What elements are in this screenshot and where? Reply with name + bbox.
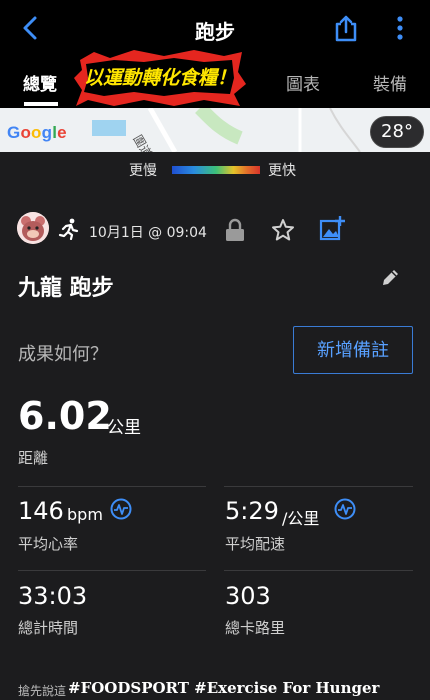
avg-pace-label: 平均配速 xyxy=(225,535,286,553)
avg-pace-value: 5:29 xyxy=(225,497,279,525)
more-icon[interactable] xyxy=(392,14,408,42)
tab-charts[interactable]: 圖表 xyxy=(286,70,320,95)
faster-label: 更快 xyxy=(268,163,296,179)
total-time-label: 總計時間 xyxy=(18,619,79,637)
star-icon[interactable] xyxy=(271,218,295,242)
tab-overview[interactable]: 總覽 xyxy=(23,70,57,95)
speed-legend: 更慢 更快 xyxy=(0,158,430,180)
add-note-button[interactable]: 新增備註 xyxy=(293,326,413,374)
page-title: 跑步 xyxy=(195,20,235,44)
divider xyxy=(18,486,206,487)
distance-unit: 公里 xyxy=(107,418,141,438)
heart-rate-icon[interactable] xyxy=(110,498,132,520)
lock-icon[interactable] xyxy=(224,218,246,242)
activity-title: 九龍 跑步 xyxy=(18,276,114,301)
tab-gear[interactable]: 裝備 xyxy=(373,70,407,95)
calories-label: 總卡路里 xyxy=(225,619,286,637)
divider xyxy=(224,570,413,571)
active-tab-indicator xyxy=(24,102,58,106)
avg-pace-unit: /公里 xyxy=(282,509,320,528)
pace-chart-icon[interactable] xyxy=(334,498,356,520)
how-did-it-go-prompt: 成果如何？ xyxy=(18,344,108,365)
activity-datetime: 10月1日 @ 09:04 xyxy=(89,225,207,241)
comment-prompt-text: 搶先說這 xyxy=(18,684,67,698)
avatar[interactable] xyxy=(17,212,49,244)
speed-gradient-bar xyxy=(172,166,260,174)
calories-value: 303 xyxy=(225,582,271,610)
slower-label: 更慢 xyxy=(129,163,157,179)
divider xyxy=(224,486,413,487)
divider xyxy=(18,570,206,571)
distance-value: 6.02 xyxy=(18,394,112,438)
hashtag-watermark: #FOODSPORT #Exercise For Hunger xyxy=(68,679,380,697)
google-logo: Google xyxy=(7,123,67,142)
total-time-value: 33:03 xyxy=(18,582,88,610)
share-icon[interactable] xyxy=(333,14,359,42)
avg-hr-label: 平均心率 xyxy=(18,535,79,553)
route-map[interactable]: 圍道 Google xyxy=(0,108,430,152)
temperature-badge: 28° xyxy=(370,116,424,148)
add-photo-icon[interactable] xyxy=(319,215,345,241)
promo-banner: 以運動轉化食糧！ xyxy=(74,50,246,106)
edit-icon[interactable] xyxy=(380,268,400,288)
distance-label: 距離 xyxy=(18,449,49,467)
avg-hr-value: 146 xyxy=(18,497,64,525)
run-icon xyxy=(58,218,79,240)
banner-text: 以運動轉化食糧！ xyxy=(84,67,236,89)
avg-hr-unit: bpm xyxy=(67,505,103,524)
